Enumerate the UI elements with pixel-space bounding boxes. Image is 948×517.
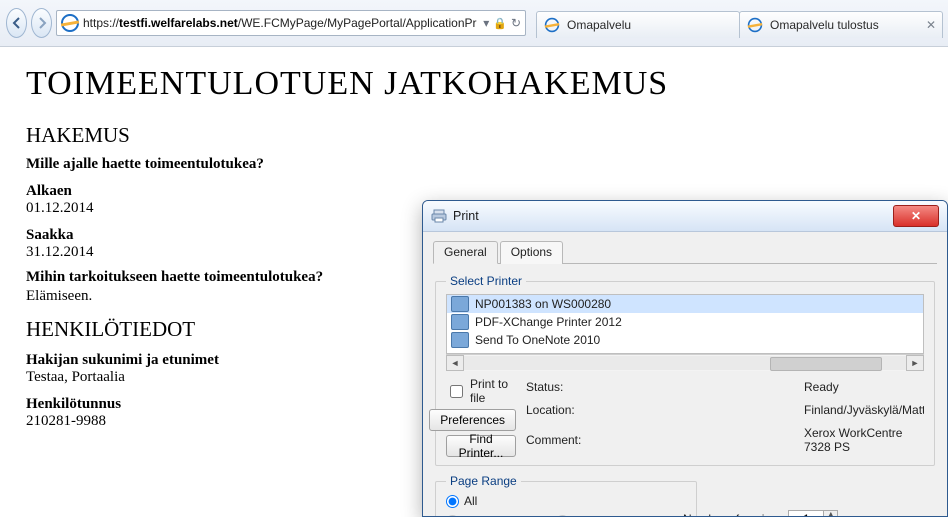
ie-icon bbox=[545, 18, 559, 32]
spin-up-icon[interactable]: ▲ bbox=[823, 511, 837, 517]
dialog-titlebar[interactable]: Print ✕ bbox=[423, 201, 947, 232]
url-text: https://testfi.welfarelabs.net/WE.FCMyPa… bbox=[83, 16, 479, 30]
printer-item[interactable]: Send To OneNote 2010 bbox=[447, 331, 923, 349]
browser-toolbar: https://testfi.welfarelabs.net/WE.FCMyPa… bbox=[0, 0, 948, 47]
lock-icon: 🔒 bbox=[493, 17, 507, 30]
ie-icon bbox=[748, 18, 762, 32]
browser-tabs: Omapalvelu Omapalvelu tulostus ✕ bbox=[536, 8, 942, 38]
page-title: TOIMEENTULOTUEN JATKOHAKEMUS bbox=[26, 65, 922, 103]
radio-all[interactable]: All bbox=[446, 494, 556, 508]
printer-icon bbox=[431, 208, 447, 224]
label-copies: Number of copies: bbox=[683, 512, 780, 517]
close-icon: ✕ bbox=[911, 209, 921, 223]
radio-all-input[interactable] bbox=[446, 495, 459, 508]
print-to-file-label: Print to file bbox=[470, 377, 516, 405]
tab-tulostus[interactable]: Omapalvelu tulostus ✕ bbox=[739, 11, 943, 38]
copies-stepper[interactable]: ▲ ▼ bbox=[788, 510, 838, 517]
section-hakemus: HAKEMUS bbox=[26, 123, 922, 148]
printer-item[interactable]: PDF-XChange Printer 2012 bbox=[447, 313, 923, 331]
printer-item[interactable]: NP001383 on WS000280 bbox=[447, 295, 923, 313]
printer-name: NP001383 on WS000280 bbox=[475, 297, 611, 311]
scroll-track[interactable] bbox=[464, 356, 906, 370]
printer-name: Send To OneNote 2010 bbox=[475, 333, 600, 347]
radio-all-label: All bbox=[464, 494, 477, 508]
printer-list-scrollbar[interactable]: ◄ ► bbox=[446, 354, 924, 371]
print-to-file-input[interactable] bbox=[450, 385, 463, 398]
tab-general[interactable]: General bbox=[433, 241, 498, 264]
forward-button[interactable] bbox=[31, 8, 52, 38]
value-comment: Xerox WorkCentre 7328 PS bbox=[804, 426, 924, 454]
tab-options[interactable]: Options bbox=[500, 241, 563, 264]
refresh-icon[interactable]: ↻ bbox=[511, 16, 521, 30]
label-location: Location: bbox=[526, 403, 794, 417]
ie-icon bbox=[61, 14, 79, 32]
tab-omapalvelu[interactable]: Omapalvelu bbox=[536, 11, 740, 38]
value-location: Finland/Jyväskylä/Mattilanniemi 6/Floor … bbox=[804, 403, 924, 417]
copies-input[interactable] bbox=[789, 511, 823, 517]
arrow-right-icon bbox=[36, 17, 48, 29]
printer-icon bbox=[451, 314, 469, 330]
printer-icon bbox=[451, 332, 469, 348]
legend-page-range: Page Range bbox=[446, 474, 521, 488]
printer-name: PDF-XChange Printer 2012 bbox=[475, 315, 622, 329]
find-printer-button[interactable]: Find Printer... bbox=[446, 435, 516, 457]
preferences-button[interactable]: Preferences bbox=[429, 409, 516, 431]
printer-list[interactable]: NP001383 on WS000280 PDF-XChange Printer… bbox=[446, 294, 924, 354]
group-page-range: Page Range All Selection bbox=[435, 474, 697, 517]
scroll-right-icon[interactable]: ► bbox=[906, 355, 924, 371]
question-period: Mille ajalle haette toimeentulotukea? bbox=[26, 156, 922, 173]
print-to-file-checkbox[interactable]: Print to file bbox=[446, 377, 516, 405]
tab-label: Omapalvelu tulostus bbox=[770, 18, 879, 32]
back-button[interactable] bbox=[6, 8, 27, 38]
arrow-left-icon bbox=[11, 17, 23, 29]
legend-select-printer: Select Printer bbox=[446, 274, 526, 288]
dialog-close-button[interactable]: ✕ bbox=[893, 205, 939, 227]
printer-icon bbox=[451, 296, 469, 312]
dialog-tabstrip: General Options bbox=[433, 240, 937, 264]
address-bar[interactable]: https://testfi.welfarelabs.net/WE.FCMyPa… bbox=[56, 10, 526, 36]
label-comment: Comment: bbox=[526, 433, 794, 447]
dialog-title-text: Print bbox=[453, 209, 479, 223]
dropdown-icon[interactable]: ▾ bbox=[483, 16, 489, 30]
value-status: Ready bbox=[804, 380, 924, 394]
close-tab-icon[interactable]: ✕ bbox=[926, 18, 936, 32]
label-alkaen: Alkaen bbox=[26, 183, 922, 200]
tab-label: Omapalvelu bbox=[567, 18, 631, 32]
scroll-thumb[interactable] bbox=[770, 357, 882, 371]
print-dialog: Print ✕ General Options Select Printer N… bbox=[422, 200, 948, 517]
group-select-printer: Select Printer NP001383 on WS000280 PDF-… bbox=[435, 274, 935, 466]
scroll-left-icon[interactable]: ◄ bbox=[446, 355, 464, 371]
label-status: Status: bbox=[526, 380, 794, 394]
